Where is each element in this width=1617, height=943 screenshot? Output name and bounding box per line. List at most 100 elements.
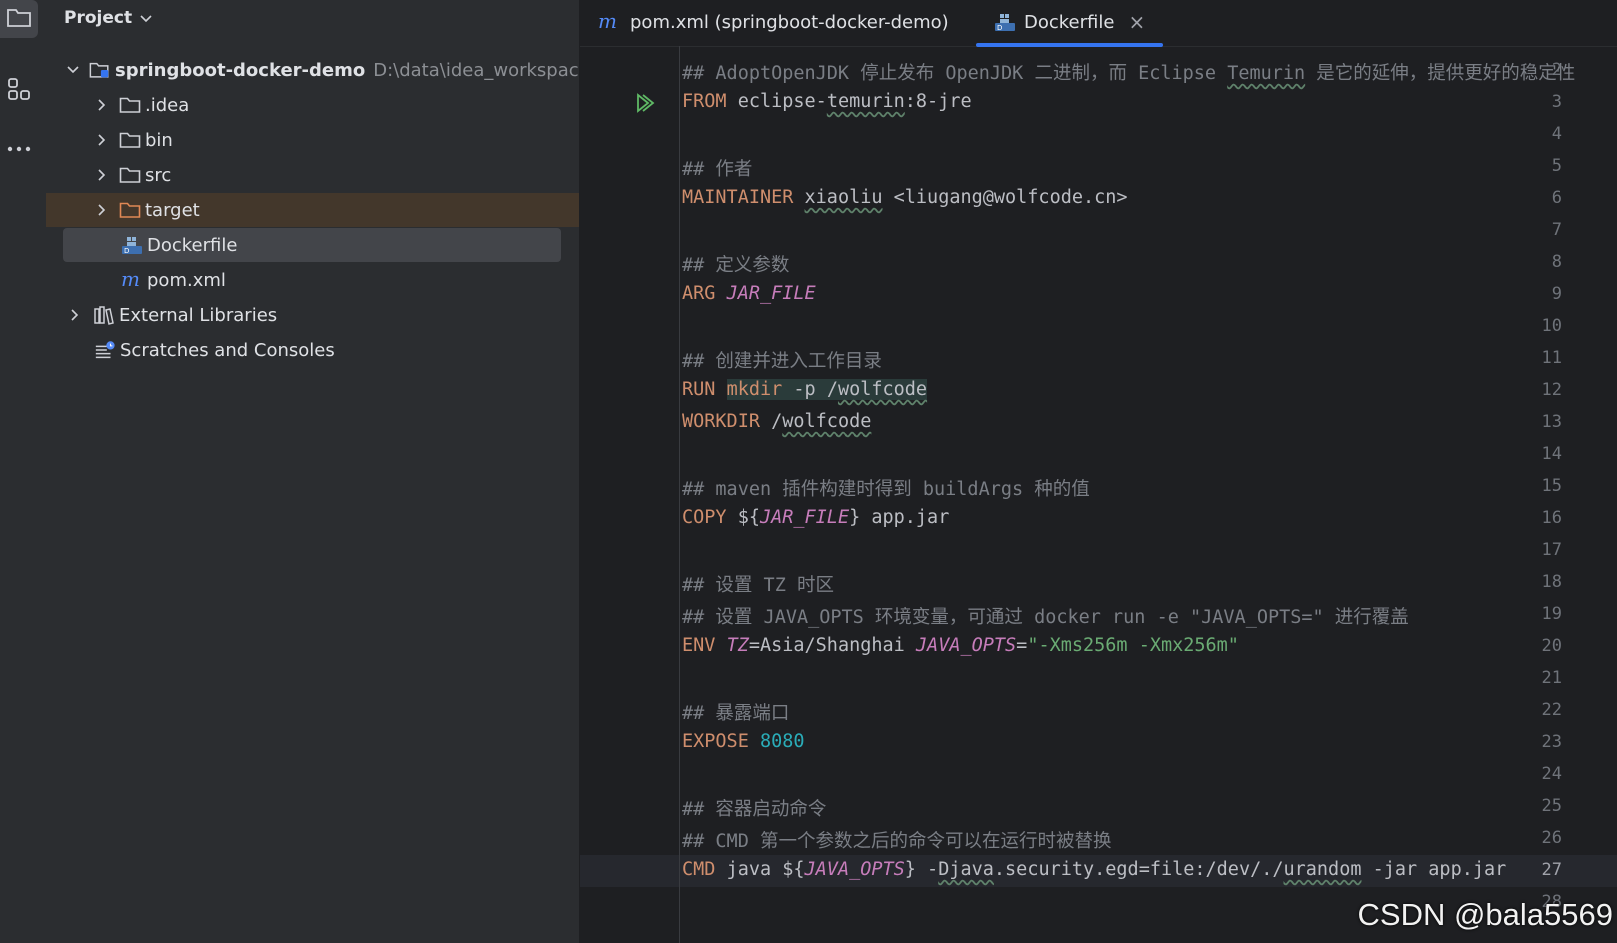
code-token: FROM: [682, 91, 738, 112]
project-view-selector[interactable]: Project: [64, 6, 152, 30]
code-token: xiaoliu: [804, 187, 883, 208]
chevron-right-icon[interactable]: [94, 132, 110, 148]
code-token: ## maven 插件构建时得到 buildArgs 种的值: [682, 479, 1090, 500]
code-token: JAVA_OPTS: [915, 635, 1017, 656]
line-number: 15: [1541, 476, 1562, 496]
code-line[interactable]: ## CMD 第一个参数之后的命令可以在运行时被替换: [682, 827, 1111, 853]
tree-item-bin[interactable]: bin: [46, 123, 579, 157]
code-line[interactable]: ## 定义参数: [682, 251, 789, 277]
tab-label: pom.xml (springboot-docker-demo): [630, 11, 949, 33]
tab-pom-xml[interactable]: m pom.xml (springboot-docker-demo): [598, 0, 949, 44]
code-line[interactable]: CMD java ${JAVA_OPTS} -Djava.security.eg…: [682, 859, 1506, 880]
library-icon: [93, 305, 115, 325]
code-line[interactable]: ## 容器启动命令: [682, 795, 826, 821]
code-line[interactable]: ## maven 插件构建时得到 buildArgs 种的值: [682, 475, 1090, 501]
code-line[interactable]: ## 创建并进入工作目录: [682, 347, 882, 373]
code-line[interactable]: WORKDIR /wolfcode: [682, 411, 871, 432]
root-module-name: springboot-docker-demo: [115, 59, 366, 81]
code-token: WORKDIR: [682, 411, 772, 432]
code-line[interactable]: ENV TZ=Asia/Shanghai JAVA_OPTS="-Xms256m…: [682, 635, 1239, 656]
editor-tabs: m pom.xml (springboot-docker-demo) D Doc…: [580, 0, 1617, 47]
code-line[interactable]: ## 设置 JAVA_OPTS 环境变量，可通过 docker run -e "…: [682, 603, 1409, 629]
maven-icon: m: [598, 12, 620, 32]
line-number: 27: [1541, 860, 1562, 880]
line-number: 16: [1541, 508, 1562, 528]
close-icon[interactable]: ×: [1128, 10, 1145, 34]
tab-label: Dockerfile: [1024, 11, 1115, 33]
chevron-down-icon[interactable]: [67, 62, 79, 78]
folder-icon: [119, 165, 141, 185]
tree-item-label: pom.xml: [147, 269, 226, 291]
scratches-icon: [94, 340, 116, 360]
docker-file-icon: D: [994, 12, 1016, 32]
tab-dockerfile[interactable]: D Dockerfile ×: [976, 0, 1164, 47]
code-token: ## 设置 JAVA_OPTS 环境变量，可通过 docker run -e "…: [682, 607, 1409, 628]
project-tool-button[interactable]: [0, 0, 38, 38]
code-token: ## AdoptOpenJDK 停止发布 OpenJDK 二进制，而 Eclip…: [682, 63, 1228, 84]
folder-icon: [6, 6, 32, 32]
line-number: 12: [1541, 380, 1562, 400]
more-tools-button[interactable]: [0, 128, 38, 166]
line-number: 13: [1541, 412, 1562, 432]
tree-item-pom[interactable]: m pom.xml: [46, 263, 579, 297]
module-folder-icon: [89, 60, 111, 80]
code-token: :8-jre: [904, 91, 972, 112]
tree-item-idea[interactable]: .idea: [46, 88, 579, 122]
tree-item-dockerfile[interactable]: D Dockerfile: [63, 228, 561, 262]
code-token: =Asia/Shanghai: [748, 635, 916, 656]
code-token: } -: [904, 859, 939, 880]
line-number: 18: [1541, 572, 1562, 592]
chevron-right-icon[interactable]: [94, 97, 110, 113]
code-token: COPY: [682, 507, 738, 528]
code-token: ## 设置 TZ 时区: [682, 575, 834, 596]
code-line[interactable]: RUN mkdir -p /wolfcode: [682, 379, 928, 400]
code-token: -jar app.jar: [1361, 859, 1507, 880]
line-number: 14: [1541, 444, 1562, 464]
code-line[interactable]: ## 暴露端口: [682, 699, 789, 725]
tree-item-scratches[interactable]: Scratches and Consoles: [46, 333, 579, 367]
line-number: 6: [1551, 188, 1562, 208]
code-token: wolfcode: [837, 379, 928, 400]
code-token: =: [1016, 635, 1028, 656]
svg-text:D: D: [124, 247, 129, 255]
tree-root-row[interactable]: springboot-docker-demo D:\data\idea_work…: [46, 53, 579, 87]
tree-item-label: target: [145, 199, 200, 221]
code-token: -p /: [782, 379, 838, 400]
code-token: java ${: [726, 859, 805, 880]
code-line[interactable]: ## 设置 TZ 时区: [682, 571, 834, 597]
project-panel: Project springboot-docker-demo D:\data\i…: [46, 0, 579, 943]
code-token: ARG: [682, 283, 727, 304]
line-number: 26: [1541, 828, 1562, 848]
chevron-right-icon[interactable]: [67, 307, 83, 323]
chevron-right-icon[interactable]: [94, 202, 110, 218]
line-number: 23: [1541, 732, 1562, 752]
tree-item-label: External Libraries: [119, 304, 278, 326]
structure-icon: [6, 76, 32, 106]
code-line[interactable]: ## AdoptOpenJDK 停止发布 OpenJDK 二进制，而 Eclip…: [682, 59, 1575, 85]
structure-tool-button[interactable]: [0, 72, 38, 110]
code-token: 是它的延伸，提供更好的稳定性: [1305, 63, 1576, 84]
line-gutter: [580, 46, 680, 943]
run-icon[interactable]: [634, 92, 656, 114]
excluded-folder-icon: [119, 200, 141, 220]
tree-item-src[interactable]: src: [46, 158, 579, 192]
code-line[interactable]: ARG JAR_FILE: [682, 283, 816, 304]
tool-window-strip: [0, 0, 47, 943]
code-token: 8080: [759, 731, 805, 752]
tree-item-label: Dockerfile: [147, 234, 238, 256]
code-line[interactable]: MAINTAINER xiaoliu <liugang@wolfcode.cn>: [682, 187, 1128, 208]
code-token: ## 作者: [682, 159, 753, 180]
svg-text:D: D: [997, 24, 1002, 32]
code-line[interactable]: ## 作者: [682, 155, 752, 181]
line-number: 20: [1541, 636, 1562, 656]
tree-item-external-libraries[interactable]: External Libraries: [46, 298, 579, 332]
tree-item-target[interactable]: target: [46, 193, 579, 227]
code-line[interactable]: COPY ${JAR_FILE} app.jar: [682, 507, 949, 528]
chevron-right-icon[interactable]: [94, 167, 110, 183]
code-line[interactable]: EXPOSE 8080: [682, 731, 805, 752]
line-number: 8: [1551, 252, 1562, 272]
line-number: 10: [1541, 316, 1562, 336]
code-token: ENV: [682, 635, 727, 656]
code-line[interactable]: FROM eclipse-temurin:8-jre: [682, 91, 972, 112]
editor-area: m pom.xml (springboot-docker-demo) D Doc…: [580, 0, 1617, 943]
